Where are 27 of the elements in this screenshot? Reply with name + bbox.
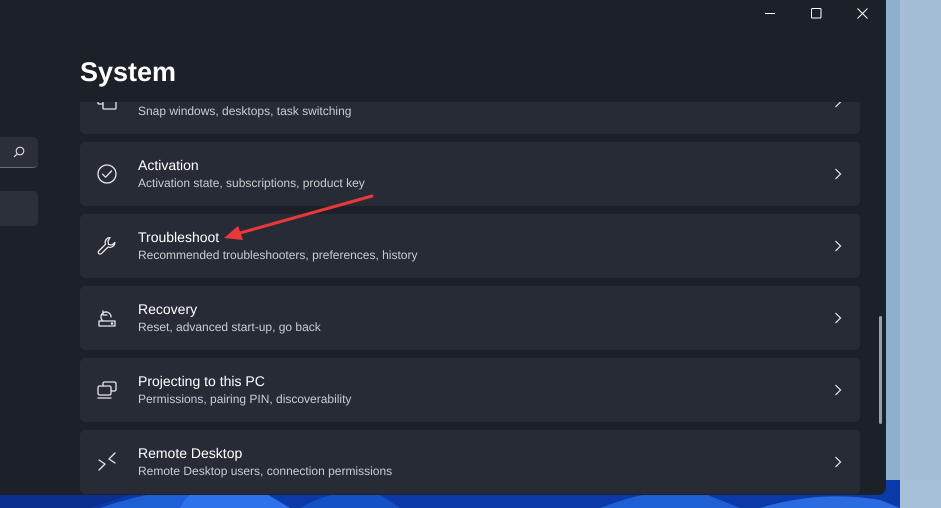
setting-title: Recovery bbox=[138, 301, 198, 318]
maximize-icon bbox=[810, 8, 822, 18]
search-field[interactable] bbox=[0, 137, 38, 168]
settings-card[interactable]: Recovery Reset, advanced start-up, go back bbox=[80, 286, 860, 350]
setting-description: Recommended troubleshooters, preferences, history bbox=[138, 248, 418, 263]
setting-title: Projecting to this PC bbox=[138, 373, 266, 390]
scrollbar[interactable] bbox=[879, 316, 882, 424]
setting-title: Activation bbox=[138, 157, 200, 174]
setting-description: Remote Desktop users, connection permissions bbox=[138, 464, 394, 479]
settings-card[interactable]: Remote Desktop Remote Desktop users, connection permissions bbox=[80, 430, 860, 494]
settings-card[interactable]: Projecting to this PC Permissions, pairing PIN, discoverability bbox=[80, 358, 860, 422]
settings-card[interactable]: Troubleshoot Recommended troubleshooters, preferences, history bbox=[80, 214, 860, 278]
setting-description: Reset, advanced start-up, go back bbox=[138, 320, 322, 335]
setting-title: Troubleshoot bbox=[138, 229, 220, 246]
settings-card[interactable]: Activation Activation state, subscriptions, product key bbox=[80, 142, 860, 206]
check-circle-icon bbox=[96, 163, 118, 185]
page-title: System bbox=[80, 56, 178, 88]
setting-description: Permissions, pairing PIN, discoverability bbox=[138, 392, 352, 407]
close-icon bbox=[856, 8, 868, 18]
setting-description: Snap windows, desktops, task switching bbox=[138, 104, 352, 119]
screens-icon bbox=[96, 379, 118, 401]
remote-icon bbox=[96, 451, 118, 473]
setting-description: Activation state, subscriptions, product key bbox=[138, 176, 366, 191]
setting-title: Remote Desktop bbox=[138, 445, 244, 462]
wrench-icon bbox=[96, 235, 118, 257]
search-icon bbox=[13, 146, 25, 158]
settings-card[interactable]: Snap windows, desktops, task switching bbox=[80, 102, 860, 134]
